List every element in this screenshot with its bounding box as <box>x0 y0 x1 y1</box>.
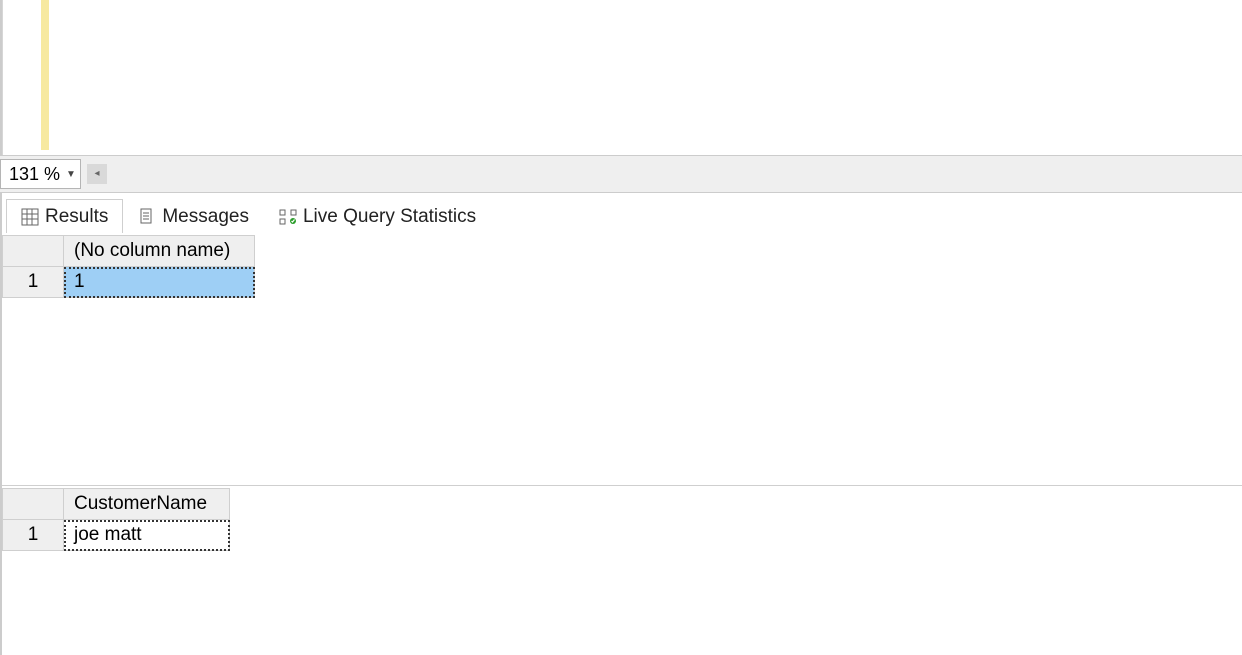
query-plan-icon <box>279 208 297 226</box>
column-header-customername[interactable]: CustomerName <box>64 489 230 520</box>
sql-editor-pane[interactable]: select CHARINDEX('joe', CustomerName, 0)… <box>2 0 1242 155</box>
results-tabstrip: Results Messages Live Query Statistics <box>2 193 1242 234</box>
zoom-level-value: 131 % <box>9 164 60 185</box>
document-icon <box>138 208 156 226</box>
tab-results-label: Results <box>45 206 108 228</box>
tab-live-query-statistics[interactable]: Live Query Statistics <box>264 199 491 234</box>
tab-messages-label: Messages <box>162 206 249 228</box>
scroll-left-button[interactable]: ◂ <box>87 164 107 184</box>
results-grid-1-pane: (No column name) 1 1 <box>2 233 1242 483</box>
results-grid-2-pane: CustomerName 1 joe matt <box>2 485 1242 654</box>
tab-messages[interactable]: Messages <box>123 199 264 234</box>
grid-corner[interactable] <box>3 489 64 520</box>
row-number[interactable]: 1 <box>3 520 64 551</box>
tab-livequery-label: Live Query Statistics <box>303 206 476 228</box>
results-grid-2[interactable]: CustomerName 1 joe matt <box>2 488 230 551</box>
editor-horizontal-scrollbar[interactable]: ◂ <box>87 164 1242 184</box>
table-row[interactable]: 1 1 <box>3 267 255 298</box>
grid-icon <box>21 208 39 226</box>
column-header-nocolname[interactable]: (No column name) <box>64 236 255 267</box>
zoom-level-combo[interactable]: 131 % ▼ <box>0 159 81 189</box>
grid-corner[interactable] <box>3 236 64 267</box>
cell-value-selected[interactable]: 1 <box>64 267 255 298</box>
editor-zoom-bar: 131 % ▼ ◂ <box>0 155 1242 193</box>
tab-results[interactable]: Results <box>6 199 123 234</box>
editor-change-marker <box>41 0 49 150</box>
table-row[interactable]: 1 joe matt <box>3 520 230 551</box>
cell-value-focused[interactable]: joe matt <box>64 520 230 551</box>
row-number[interactable]: 1 <box>3 267 64 298</box>
code-line-blank <box>63 80 1242 120</box>
sql-code-area[interactable]: select CHARINDEX('joe', CustomerName, 0)… <box>63 0 1242 150</box>
table-header-row: CustomerName <box>3 489 230 520</box>
results-grid-1[interactable]: (No column name) 1 1 <box>2 235 255 298</box>
chevron-down-icon: ▼ <box>66 169 76 180</box>
table-header-row: (No column name) <box>3 236 255 267</box>
